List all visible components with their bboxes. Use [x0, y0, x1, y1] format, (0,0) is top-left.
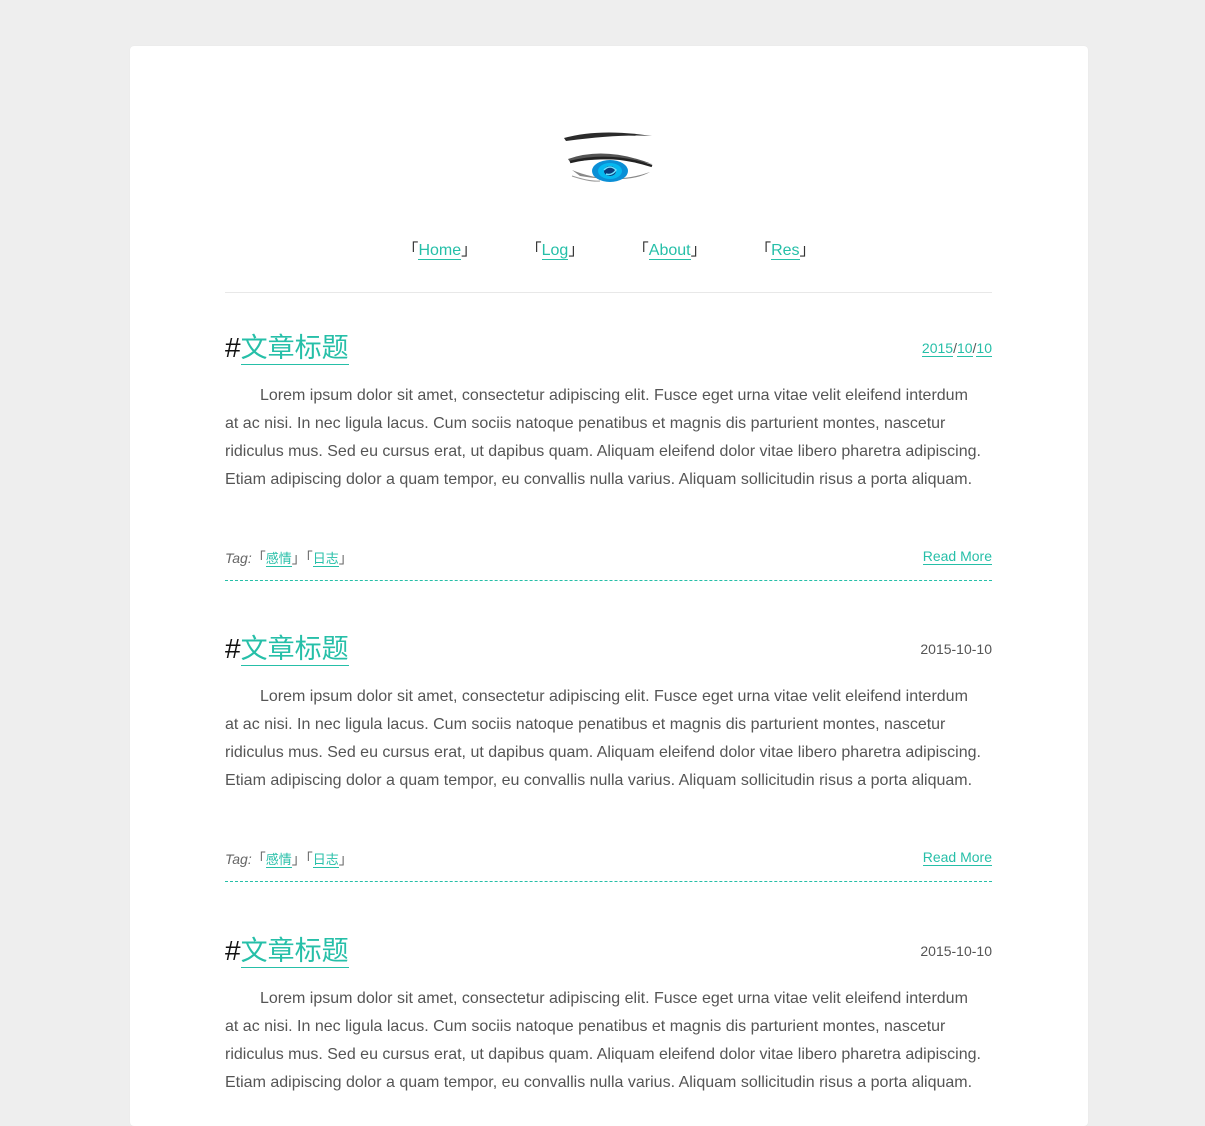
- tag-bracket-close: 」: [338, 550, 353, 566]
- post-excerpt: Lorem ipsum dolor sit amet, consectetur …: [225, 990, 981, 1091]
- post-title-link[interactable]: 文章标题: [240, 936, 349, 968]
- nav-link-res[interactable]: Res: [771, 242, 800, 260]
- tag-link[interactable]: 感情: [265, 551, 292, 567]
- nav-item-log: 「Log」: [525, 236, 585, 260]
- tag-label: Tag:: [225, 851, 252, 867]
- anime-eye-logo-icon[interactable]: [560, 126, 660, 206]
- nav-item-about: 「About」: [633, 236, 707, 260]
- post-excerpt: Lorem ipsum dolor sit amet, consectetur …: [225, 387, 981, 488]
- nav-bracket-close: 」: [690, 242, 707, 259]
- tag-link[interactable]: 日志: [312, 551, 339, 567]
- date-year-link[interactable]: 2015: [921, 340, 954, 357]
- date-day-link[interactable]: 10: [976, 340, 992, 357]
- post-excerpt: Lorem ipsum dolor sit amet, consectetur …: [225, 688, 981, 789]
- post-hash: #: [225, 633, 241, 664]
- post-divider: [225, 580, 992, 581]
- nav-bracket-close: 」: [568, 242, 585, 259]
- post-footer: Tag:「感情」「日志」 Read More: [225, 849, 992, 869]
- tag-bracket-close: 」: [291, 550, 306, 566]
- post-divider: [225, 881, 992, 882]
- post-date: 2015-10-10: [920, 943, 992, 959]
- tag-label: Tag:: [225, 550, 252, 566]
- nav-bracket-open: 「: [755, 242, 772, 259]
- tag-list: 「感情」「日志」: [251, 550, 353, 567]
- post-hash: #: [225, 332, 241, 363]
- tag-bracket-open: 「: [305, 550, 313, 566]
- post-hash: #: [225, 935, 241, 966]
- tag-link[interactable]: 感情: [265, 852, 292, 868]
- tag-bracket-open: 「: [251, 550, 266, 566]
- nav-item-res: 「Res」: [755, 236, 816, 260]
- nav-item-home: 「Home」: [402, 236, 477, 260]
- tag-bracket-open: 「: [305, 851, 313, 867]
- nav-link-home[interactable]: Home: [418, 242, 462, 260]
- nav-bracket-close: 」: [799, 242, 816, 259]
- nav-bracket-open: 「: [525, 242, 542, 259]
- nav-link-log[interactable]: Log: [541, 242, 569, 260]
- post-footer: Tag:「感情」「日志」 Read More: [225, 548, 992, 568]
- tag-bracket-close: 」: [338, 851, 353, 867]
- post-date: 2015/10/10: [921, 340, 992, 357]
- tag-list: 「感情」「日志」: [251, 851, 353, 868]
- post-title-link[interactable]: 文章标题: [240, 634, 349, 666]
- tag-link[interactable]: 日志: [312, 852, 339, 868]
- post-title: #文章标题: [225, 631, 349, 668]
- nav-bracket-open: 「: [632, 242, 649, 259]
- blog-card: 「Home」 「Log」 「About」 「Res」 #文章标题 2015/10…: [130, 46, 1088, 1126]
- header-divider: [225, 292, 992, 293]
- nav-bracket-open: 「: [402, 242, 419, 259]
- nav-link-about[interactable]: About: [648, 242, 691, 260]
- tag-bracket-close: 」: [291, 851, 306, 867]
- date-month-link[interactable]: 10: [956, 340, 973, 357]
- tag-bracket-open: 「: [251, 851, 266, 867]
- main-nav: 「Home」 「Log」 「About」 「Res」: [130, 236, 1088, 260]
- nav-bracket-close: 」: [461, 242, 478, 259]
- post-title: #文章标题: [225, 933, 349, 970]
- read-more-link[interactable]: Read More: [922, 849, 992, 866]
- post-title-link[interactable]: 文章标题: [240, 333, 349, 365]
- post-title: #文章标题: [225, 330, 349, 367]
- post-date: 2015-10-10: [920, 641, 992, 657]
- read-more-link[interactable]: Read More: [922, 548, 992, 565]
